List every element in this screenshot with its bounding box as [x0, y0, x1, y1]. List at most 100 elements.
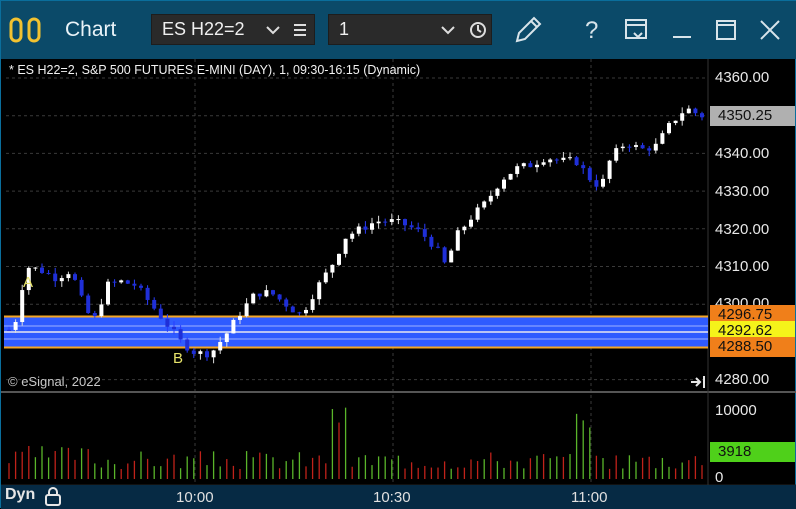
candle-body — [205, 351, 209, 358]
candle-body — [607, 160, 612, 179]
candle-body — [86, 295, 91, 314]
y-tick-label: 4280.00 — [715, 371, 770, 388]
candle-body — [653, 143, 658, 151]
candle-body — [469, 219, 473, 227]
candle-body — [693, 108, 698, 114]
candle-body — [508, 173, 513, 180]
candle-body — [627, 146, 632, 148]
candle-body — [502, 179, 506, 189]
candle-body — [680, 113, 685, 121]
candle-body — [640, 145, 645, 149]
candle-body — [66, 274, 71, 279]
candle-body — [462, 226, 467, 231]
minimize-icon[interactable] — [665, 13, 699, 47]
candle-body — [7, 329, 11, 331]
candle-body — [178, 329, 183, 340]
candle-body — [614, 148, 619, 161]
candle-body — [73, 274, 77, 280]
candle-body — [541, 162, 546, 165]
symbol-value: ES H22=2 — [162, 19, 245, 39]
candle-body — [106, 281, 110, 305]
y-tick-label: 4340.00 — [715, 145, 770, 162]
candle-body — [165, 318, 170, 327]
candle-body — [40, 267, 44, 273]
candle-body — [554, 159, 559, 161]
price-chart[interactable] — [1, 59, 796, 509]
candle-body — [482, 201, 487, 208]
candle-body — [79, 279, 84, 296]
candle-body — [145, 287, 150, 300]
candle-body — [13, 322, 18, 330]
candle-body — [620, 146, 625, 149]
maximize-icon[interactable] — [709, 13, 743, 47]
candle-body — [370, 223, 374, 230]
volume-tag: 3918 — [710, 442, 795, 462]
candle-body — [290, 306, 295, 313]
scroll-to-end-icon[interactable] — [689, 374, 707, 390]
interval-combobox[interactable]: 1 — [328, 14, 492, 45]
symbol-combobox[interactable]: ES H22=2 — [151, 14, 315, 45]
candle-body — [376, 221, 381, 224]
title-bar: Chart ES H22=2 1 ? — [1, 1, 796, 59]
x-tick-label: 10:30 — [373, 489, 411, 506]
candle-body — [660, 133, 665, 144]
app-logo-icon — [9, 17, 41, 43]
candle-body — [46, 272, 51, 274]
chevron-down-icon[interactable] — [441, 24, 455, 36]
candle-body — [238, 316, 242, 320]
clock-icon[interactable] — [469, 21, 487, 39]
candle-body — [422, 229, 427, 237]
close-icon[interactable] — [753, 13, 787, 47]
candle-body — [224, 333, 229, 343]
candle-body — [257, 293, 262, 297]
candle-body — [442, 247, 447, 263]
window-title: Chart — [65, 18, 117, 41]
candle-body — [198, 351, 203, 354]
copyright-text: © eSignal, 2022 — [8, 374, 101, 389]
candle-body — [601, 178, 605, 187]
candle-body — [125, 280, 130, 284]
candle-body — [455, 230, 460, 251]
candle-body — [515, 166, 520, 174]
window-menu-icon[interactable] — [620, 13, 654, 47]
candle-body — [587, 168, 592, 181]
candle-body — [53, 273, 58, 282]
candle-body — [594, 180, 599, 187]
dynamic-mode-label[interactable]: Dyn — [5, 486, 35, 504]
candle-body — [337, 253, 341, 265]
candle-body — [231, 319, 236, 334]
candle-body — [271, 290, 275, 295]
chart-header: * ES H22=2, S&P 500 FUTURES E-MINI (DAY)… — [9, 63, 421, 77]
lock-icon[interactable] — [44, 486, 62, 506]
candle-body — [495, 188, 500, 196]
x-tick-label: 10:00 — [176, 489, 214, 506]
candle-body — [33, 267, 38, 269]
candle-body — [20, 290, 25, 323]
chevron-down-icon[interactable] — [266, 24, 280, 36]
candle-body — [317, 282, 322, 300]
svg-text:?: ? — [585, 17, 598, 44]
candle-body — [59, 278, 64, 282]
help-icon[interactable]: ? — [575, 13, 609, 47]
chart-window: Chart ES H22=2 1 ? * ES H22=2, S&P 500 F… — [0, 0, 796, 509]
candle-body — [574, 157, 579, 166]
annotation-b: B — [173, 350, 184, 367]
candle-body — [211, 350, 216, 358]
candle-body — [521, 163, 526, 167]
candle-body — [343, 238, 348, 254]
candle-body — [667, 123, 671, 134]
candle-body — [686, 108, 691, 114]
annotation-a: A — [23, 274, 34, 291]
list-menu-icon[interactable] — [293, 22, 307, 38]
candle-body — [297, 312, 302, 314]
candle-body — [323, 272, 328, 283]
candle-body — [277, 294, 282, 300]
volume-tick-label: 0 — [715, 469, 724, 486]
candle-body — [356, 226, 361, 234]
last-price-tag: 4350.25 — [710, 106, 795, 126]
y-tick-label: 4330.00 — [715, 183, 770, 200]
band-lower-tag: 4288.50 — [710, 337, 795, 357]
candle-body — [449, 250, 454, 263]
pencil-draw-icon[interactable] — [511, 13, 545, 47]
candle-body — [673, 120, 678, 124]
